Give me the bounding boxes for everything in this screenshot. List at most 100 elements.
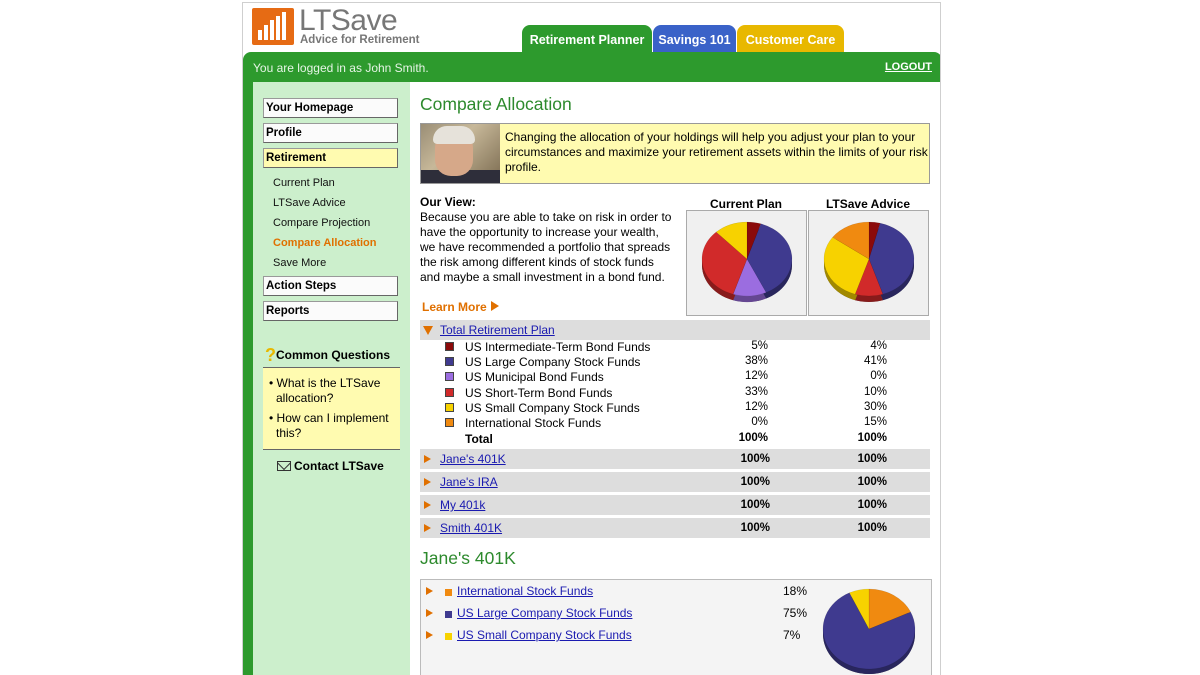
nav-profile[interactable]: Profile <box>263 123 398 143</box>
account-current-pct: 100% <box>740 499 770 511</box>
fund-color-swatch <box>445 387 454 397</box>
tab-retirement-planner[interactable]: Retirement Planner <box>522 25 652 53</box>
account-current-pct: 100% <box>740 476 770 488</box>
jane-fund-row[interactable]: US Small Company Stock Funds 7% <box>421 628 821 644</box>
question-link[interactable]: • What is the LTSave allocation? <box>267 376 396 406</box>
ltsave-logo[interactable]: LTSave Advice for Retirement <box>252 4 422 48</box>
contact-link[interactable]: Contact LTSave <box>277 459 384 473</box>
jane-fund-link[interactable]: International Stock Funds <box>457 584 593 598</box>
jane-fund-pct: 18% <box>783 584 808 598</box>
advice-pie-chart <box>823 221 915 302</box>
header-bar: You are logged in as John Smith. LOGOUT <box>243 52 940 82</box>
brand-name: LTSave <box>299 4 398 37</box>
fund-row: US Small Company Stock Funds 12% 30% <box>420 401 930 416</box>
nav-retirement[interactable]: Retirement <box>263 148 398 168</box>
fund-current-pct: 38% <box>744 355 768 368</box>
fund-color-swatch <box>445 402 454 412</box>
expand-arrow-icon[interactable] <box>424 501 431 509</box>
nav-action-steps[interactable]: Action Steps <box>263 276 398 296</box>
fund-advice-pct: 10% <box>863 385 887 398</box>
fund-row: International Stock Funds 0% 15% <box>420 416 930 431</box>
nav-your-homepage[interactable]: Your Homepage <box>263 98 398 118</box>
jane-fund-link[interactable]: US Large Company Stock Funds <box>457 606 632 620</box>
common-questions-heading: ?Common Questions <box>265 345 400 366</box>
jane-fund-row[interactable]: US Large Company Stock Funds 75% <box>421 606 821 622</box>
current-plan-pie-box <box>686 210 807 316</box>
current-plan-pie-chart <box>701 221 793 302</box>
subnav-current-plan[interactable]: Current Plan <box>273 177 335 189</box>
learn-more-label[interactable]: Learn More <box>422 300 487 314</box>
total-row: Total 100% 100% <box>420 432 930 447</box>
fund-advice-pct: 0% <box>870 370 887 383</box>
account-advice-pct: 100% <box>857 522 887 534</box>
common-questions-box: • What is the LTSave allocation? • How c… <box>263 367 400 450</box>
fund-name: US Large Company Stock Funds <box>465 355 641 370</box>
login-status: You are logged in as John Smith. <box>253 61 429 75</box>
question-mark-icon: ? <box>265 345 276 365</box>
subnav-compare-projection[interactable]: Compare Projection <box>273 217 370 229</box>
total-advice: 100% <box>857 432 887 444</box>
main-content: Compare Allocation Changing the allocati… <box>420 82 932 675</box>
intro-text: Changing the allocation of your holdings… <box>505 130 928 174</box>
expand-arrow-icon[interactable] <box>426 609 433 617</box>
fund-row: US Large Company Stock Funds 38% 41% <box>420 355 930 370</box>
account-current-pct: 100% <box>740 522 770 534</box>
fund-row: US Intermediate-Term Bond Funds 5% 4% <box>420 340 930 355</box>
account-advice-pct: 100% <box>857 476 887 488</box>
nav-reports[interactable]: Reports <box>263 301 398 321</box>
tab-customer-care[interactable]: Customer Care <box>737 25 844 53</box>
advice-pie-box <box>808 210 929 316</box>
pie-head-current: Current Plan <box>709 197 782 211</box>
left-edge <box>243 82 253 675</box>
expand-arrow-icon[interactable] <box>424 524 431 532</box>
common-questions-title: Common Questions <box>276 348 391 362</box>
jane-fund-link[interactable]: US Small Company Stock Funds <box>457 628 632 642</box>
account-link[interactable]: My 401k <box>440 498 485 512</box>
tab-savings-101[interactable]: Savings 101 <box>653 25 736 53</box>
account-row[interactable]: Smith 401K 100% 100% <box>420 518 930 538</box>
fund-color-swatch <box>445 357 454 367</box>
subnav-ltsave-advice[interactable]: LTSave Advice <box>273 197 346 209</box>
our-view: Our View: Because you are able to take o… <box>420 195 675 285</box>
subnav-save-more[interactable]: Save More <box>273 257 326 269</box>
jane-401k-title: Jane's 401K <box>420 548 516 568</box>
question-link[interactable]: • How can I implement this? <box>267 411 396 441</box>
account-row[interactable]: Jane's 401K 100% 100% <box>420 449 930 469</box>
jane-401k-pie-chart <box>822 588 916 674</box>
fund-current-pct: 0% <box>751 416 768 428</box>
subnav-compare-allocation[interactable]: Compare Allocation <box>273 237 377 249</box>
fund-name: US Intermediate-Term Bond Funds <box>465 340 651 354</box>
fund-current-pct: 12% <box>744 400 768 413</box>
contact-label[interactable]: Contact LTSave <box>294 459 384 473</box>
fund-name: US Short-Term Bond Funds <box>465 385 613 400</box>
expand-arrow-icon[interactable] <box>424 478 431 486</box>
account-row[interactable]: My 401k 100% 100% <box>420 495 930 515</box>
total-plan-row[interactable]: Total Retirement Plan <box>420 320 930 340</box>
account-link[interactable]: Smith 401K <box>440 521 502 535</box>
jane-401k-box: International Stock Funds 18% US Large Com… <box>420 579 932 675</box>
total-plan-link[interactable]: Total Retirement Plan <box>440 323 555 337</box>
question-text[interactable]: What is the LTSave allocation? <box>276 376 380 405</box>
expand-arrow-icon[interactable] <box>426 631 433 639</box>
fund-advice-pct: 30% <box>863 400 887 413</box>
total-current: 100% <box>738 432 768 444</box>
account-row[interactable]: Jane's IRA 100% 100% <box>420 472 930 492</box>
fund-name: International Stock Funds <box>465 416 602 430</box>
logout-link[interactable]: LOGOUT <box>885 61 932 73</box>
play-arrow-icon <box>490 301 499 311</box>
collapse-arrow-icon[interactable] <box>423 326 433 335</box>
account-link[interactable]: Jane's 401K <box>440 452 506 466</box>
question-text[interactable]: How can I implement this? <box>276 411 389 440</box>
fund-color-swatch <box>445 342 454 351</box>
page-title: Compare Allocation <box>420 94 572 114</box>
expand-arrow-icon[interactable] <box>424 455 431 463</box>
learn-more-link[interactable]: Learn More <box>422 300 499 314</box>
pie-head-advice: LTSave Advice <box>825 197 911 211</box>
account-advice-pct: 100% <box>857 499 887 511</box>
logo-bars-icon <box>252 8 294 45</box>
expand-arrow-icon[interactable] <box>426 587 433 595</box>
fund-name: US Small Company Stock Funds <box>465 400 640 415</box>
account-link[interactable]: Jane's IRA <box>440 475 498 489</box>
total-label: Total <box>465 432 493 446</box>
jane-fund-row[interactable]: International Stock Funds 18% <box>421 584 821 600</box>
